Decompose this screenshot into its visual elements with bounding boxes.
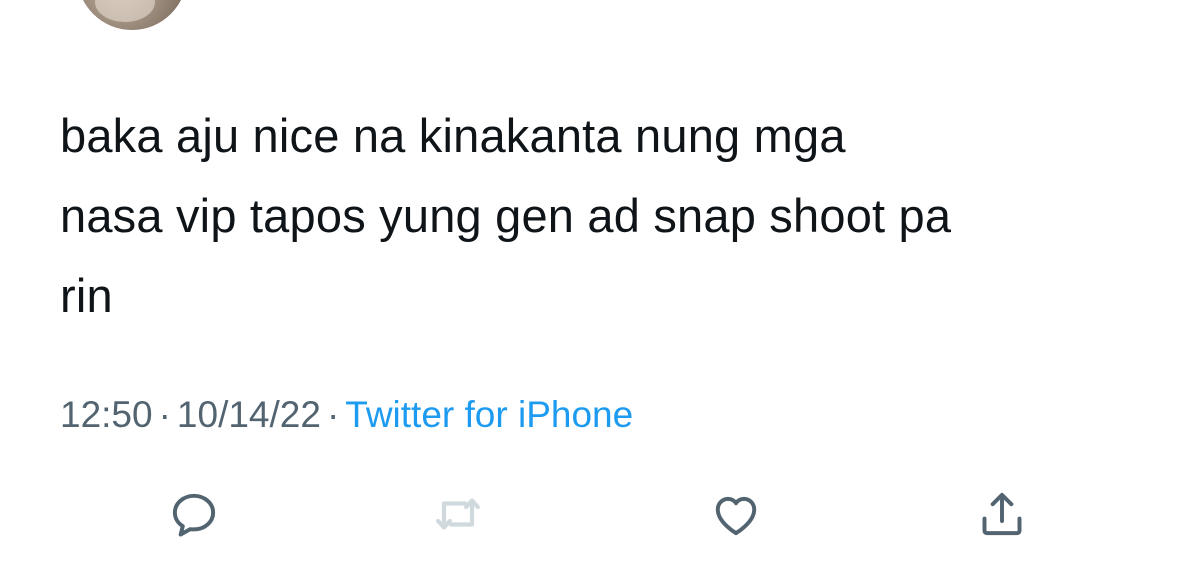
tweet-source-link[interactable]: Twitter for iPhone	[345, 394, 633, 435]
tweet-text-line: baka aju nice na kinakanta nung mga	[60, 109, 846, 162]
like-icon	[715, 496, 757, 536]
tweet-date[interactable]: 10/14/22	[177, 394, 321, 435]
retweet-icon	[436, 498, 480, 530]
separator-dot: ·	[158, 394, 171, 435]
tweet-time[interactable]: 12:50	[60, 394, 153, 435]
tweet-text-line: rin	[60, 269, 113, 322]
retweet-button[interactable]	[428, 484, 488, 544]
tweet-metadata: 12:50 · 10/14/22 · Twitter for iPhone	[60, 392, 633, 438]
tweet-text: baka aju nice na kinakanta nung mga nasa…	[60, 96, 1160, 336]
reply-button[interactable]	[164, 484, 224, 544]
separator-dot: ·	[326, 394, 340, 435]
tweet-action-bar	[0, 484, 1200, 544]
tweet-text-line: nasa vip tapos yung gen ad snap shoot pa	[60, 189, 952, 242]
reply-icon	[172, 493, 216, 537]
share-button[interactable]	[972, 484, 1032, 544]
avatar[interactable]	[77, 0, 187, 30]
like-button[interactable]	[706, 484, 766, 544]
share-icon	[982, 492, 1022, 536]
